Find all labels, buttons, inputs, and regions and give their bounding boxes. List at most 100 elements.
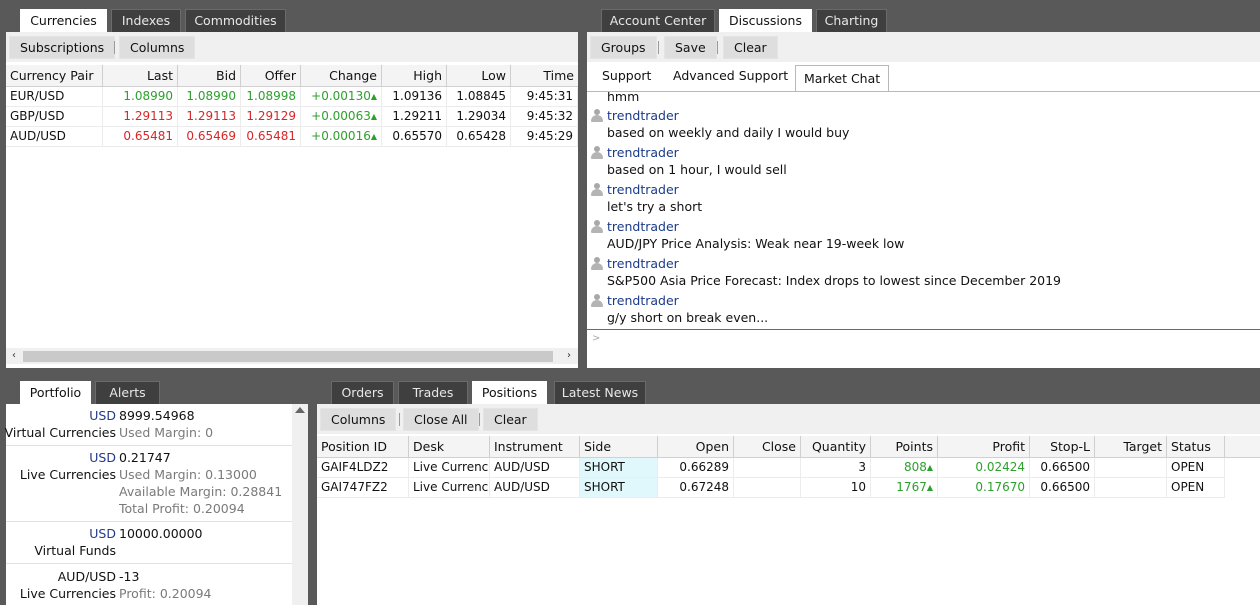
scroll-up-icon[interactable]: [295, 407, 305, 413]
chat-username[interactable]: trendtrader: [607, 255, 679, 273]
scroll-left-icon[interactable]: ‹: [7, 348, 21, 364]
tab-portfolio[interactable]: Portfolio: [20, 381, 91, 405]
tab-latest-news[interactable]: Latest News: [554, 381, 646, 404]
column-header-low[interactable]: Low: [447, 65, 511, 87]
tab-account-center[interactable]: Account Center: [601, 9, 715, 32]
table-row[interactable]: GBP/USD 1.29113 1.29113 1.29129 +0.00063…: [6, 107, 578, 127]
tab-commodities[interactable]: Commodities: [185, 9, 286, 32]
cell-low: 0.65428: [447, 127, 511, 147]
table-row[interactable]: GAI747FZ2 Live Currencies AUD/USD SHORT …: [317, 478, 1225, 498]
clear-button[interactable]: Clear: [483, 408, 538, 431]
column-header-change[interactable]: Change: [301, 65, 382, 87]
portfolio-currency-code: USD: [89, 526, 116, 541]
tab-alerts[interactable]: Alerts: [95, 381, 160, 404]
columns-button[interactable]: Columns: [119, 36, 196, 59]
chat-username[interactable]: trendtrader: [607, 292, 679, 310]
chat-username[interactable]: trendtrader: [607, 107, 679, 125]
portfolio-item[interactable]: USD 0.21747 Live Currencies Used Margin:…: [6, 446, 292, 522]
column-header-target[interactable]: Target: [1095, 436, 1167, 458]
tab-trades[interactable]: Trades: [398, 381, 468, 404]
vertical-scrollbar[interactable]: [292, 404, 308, 605]
positions-grid-header: Position ID Desk Instrument Side Open Cl…: [317, 436, 1260, 458]
cell-stop-loss: 0.66500: [1030, 458, 1095, 478]
column-header-bid[interactable]: Bid: [178, 65, 241, 87]
detail-label: Available Margin:: [119, 484, 227, 499]
subtab-market-chat[interactable]: Market Chat: [795, 65, 890, 92]
column-header-offer[interactable]: Offer: [241, 65, 301, 87]
cell-close: [734, 478, 801, 498]
column-header-desk[interactable]: Desk: [409, 436, 490, 458]
column-header-status[interactable]: Status: [1167, 436, 1225, 458]
tab-charting[interactable]: Charting: [816, 9, 887, 32]
tab-positions[interactable]: Positions: [472, 381, 547, 405]
positions-grid: Position ID Desk Instrument Side Open Cl…: [317, 436, 1260, 605]
chat-input-prompt: >: [592, 333, 601, 344]
column-header-points[interactable]: Points: [871, 436, 938, 458]
tab-currencies[interactable]: Currencies: [20, 9, 107, 33]
tab-orders[interactable]: Orders: [331, 381, 394, 404]
detail-label: Profit:: [119, 586, 156, 601]
column-header-time[interactable]: Time: [511, 65, 578, 87]
close-all-button[interactable]: Close All: [403, 408, 479, 431]
column-header-quantity[interactable]: Quantity: [801, 436, 871, 458]
chat-log[interactable]: hmm trendtrader based on weekly and dail…: [587, 91, 1260, 329]
column-header-profit[interactable]: Profit: [938, 436, 1030, 458]
column-header-open[interactable]: Open: [658, 436, 734, 458]
table-row[interactable]: EUR/USD 1.08990 1.08990 1.08998 +0.00130…: [6, 87, 578, 107]
tab-discussions[interactable]: Discussions: [719, 9, 812, 33]
tab-indexes[interactable]: Indexes: [111, 9, 181, 32]
positions-toolbar: Columns Close All Clear: [317, 404, 1260, 434]
clear-button[interactable]: Clear: [723, 36, 778, 59]
cell-last: 1.08990: [103, 87, 178, 107]
toolbar-separator: [114, 41, 115, 54]
detail-value: 0.20094: [192, 501, 245, 516]
cell-desk: Live Currencies: [409, 458, 490, 478]
cell-side: SHORT: [580, 458, 658, 478]
cell-offer: 1.08998: [241, 87, 301, 107]
user-avatar-icon: [590, 108, 604, 122]
change-value: +0.00130: [311, 89, 371, 103]
cell-profit: 0.17670: [938, 478, 1030, 498]
portfolio-item[interactable]: USD 8999.54968 Virtual Currencies Used M…: [5, 404, 292, 446]
points-value: 808: [903, 460, 927, 474]
column-header-currency-pair[interactable]: Currency Pair: [6, 65, 103, 87]
portfolio-name: Live Currencies: [19, 586, 116, 601]
table-row[interactable]: AUD/USD 0.65481 0.65469 0.65481 +0.00016…: [6, 127, 578, 147]
cell-pair: AUD/USD: [6, 127, 103, 147]
up-arrow-icon: ▲: [926, 483, 933, 492]
chat-username[interactable]: trendtrader: [607, 218, 679, 236]
chat-message-text: based on 1 hour, I would sell: [607, 162, 787, 177]
column-header-close[interactable]: Close: [734, 436, 801, 458]
column-header-instrument[interactable]: Instrument: [490, 436, 580, 458]
portfolio-detail: Available Margin: 0.28841: [119, 483, 282, 500]
chat-message-text: let's try a short: [607, 199, 703, 214]
table-row[interactable]: GAIF4LDZ2 Live Currencies AUD/USD SHORT …: [317, 458, 1225, 478]
chat-username[interactable]: trendtrader: [607, 144, 679, 162]
portfolio-detail: Profit: 0.20094: [119, 585, 212, 602]
column-header-side[interactable]: Side: [580, 436, 658, 458]
scrollbar-thumb[interactable]: [23, 351, 553, 362]
portfolio-value: 8999.54968: [119, 408, 195, 423]
subtab-support[interactable]: Support: [594, 62, 659, 90]
cell-offer: 1.29129: [241, 107, 301, 127]
toolbar-separator: [399, 413, 400, 426]
column-header-last[interactable]: Last: [103, 65, 178, 87]
subtab-advanced-support[interactable]: Advanced Support: [665, 62, 796, 90]
scroll-right-icon[interactable]: ›: [562, 348, 576, 364]
cell-open: 0.67248: [658, 478, 734, 498]
detail-value: 0: [205, 425, 214, 440]
portfolio-item[interactable]: USD 10000.00000 Virtual Funds: [6, 522, 292, 564]
horizontal-scrollbar[interactable]: ‹ ›: [6, 348, 578, 364]
portfolio-item[interactable]: AUD/USD -13 Live Currencies Profit: 0.20…: [6, 564, 292, 605]
chat-input[interactable]: >: [587, 329, 1260, 368]
columns-button[interactable]: Columns: [320, 408, 397, 431]
column-header-stop-loss[interactable]: Stop-L: [1030, 436, 1095, 458]
groups-button[interactable]: Groups: [590, 36, 657, 59]
cell-bid: 1.08990: [178, 87, 241, 107]
subscriptions-button[interactable]: Subscriptions: [9, 36, 116, 59]
column-header-position-id[interactable]: Position ID: [317, 436, 409, 458]
chat-username[interactable]: trendtrader: [607, 181, 679, 199]
column-header-high[interactable]: High: [382, 65, 447, 87]
cell-last: 1.29113: [103, 107, 178, 127]
save-button[interactable]: Save: [664, 36, 717, 59]
